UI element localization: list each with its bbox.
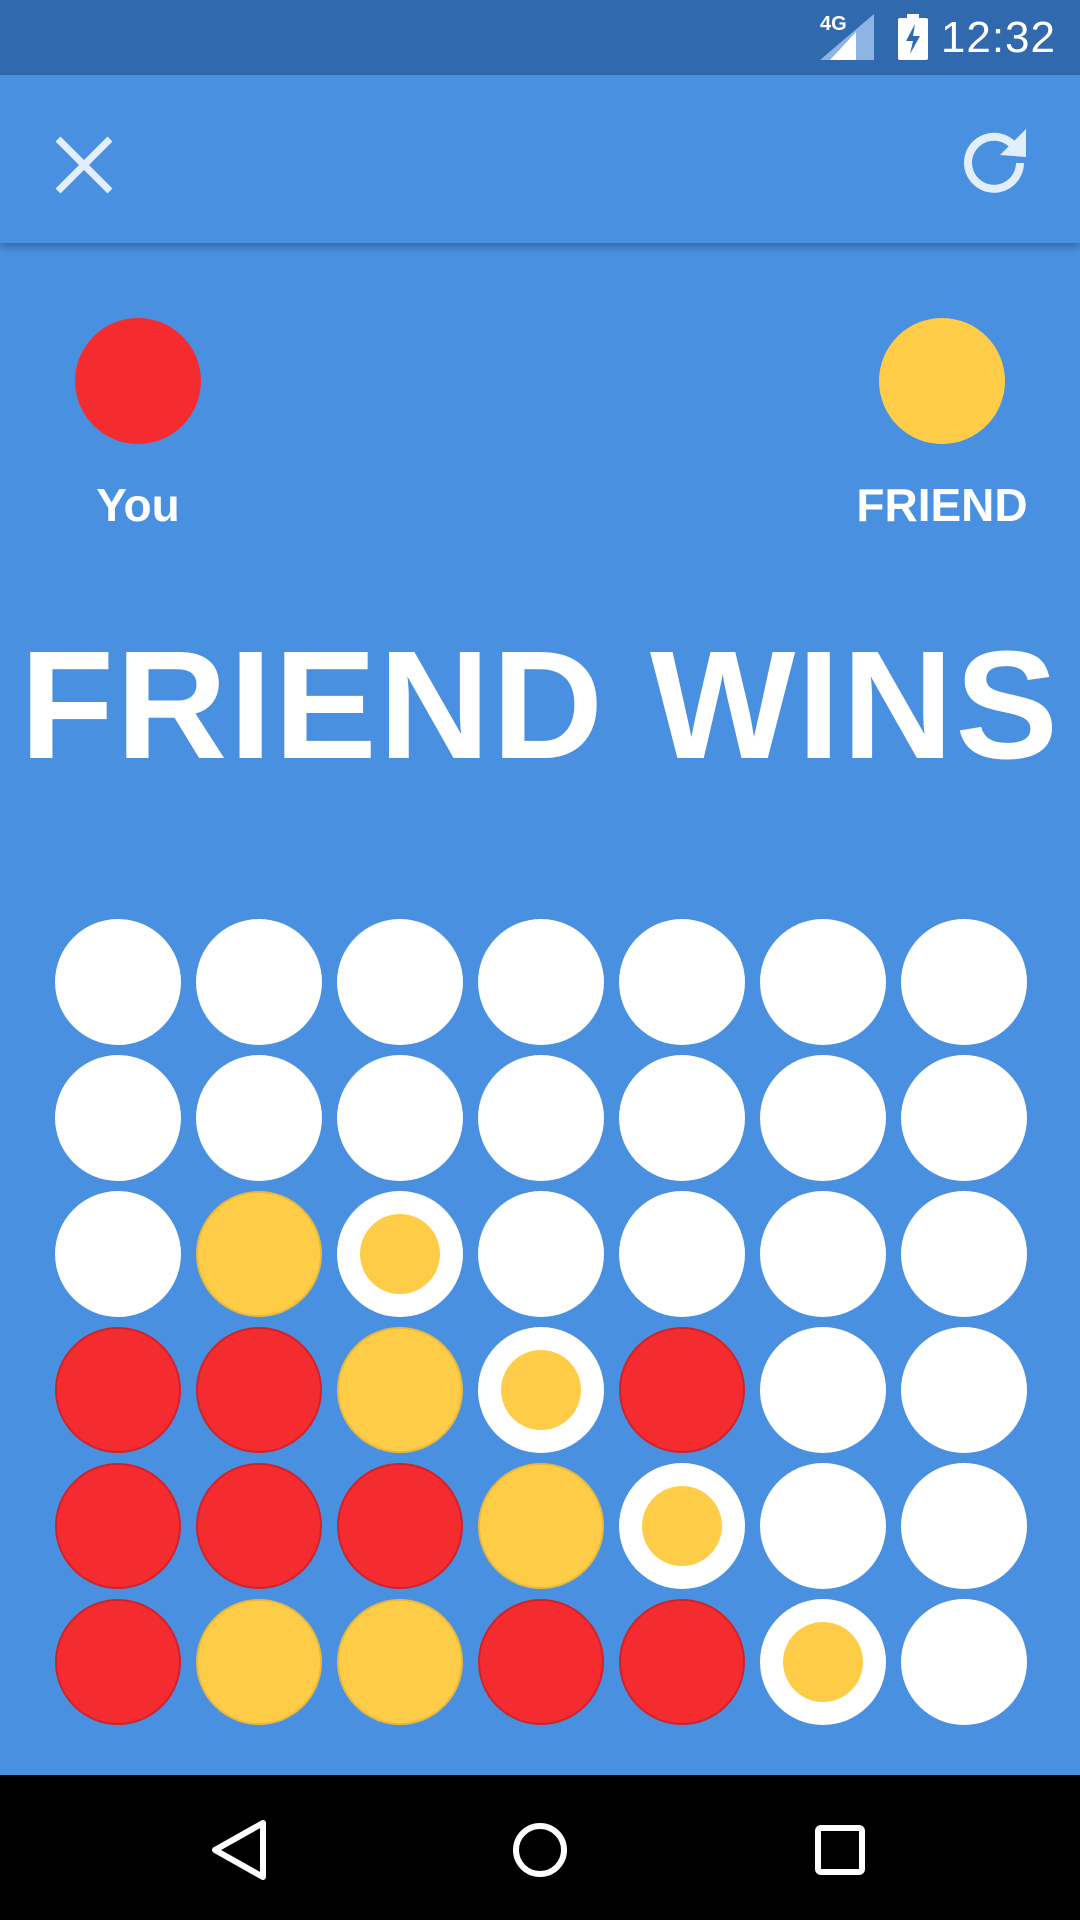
board-cell-red[interactable] (619, 1599, 745, 1725)
board-cell-empty[interactable] (760, 1463, 886, 1589)
battery-charging-icon (898, 14, 928, 60)
board-cell-empty[interactable] (901, 1599, 1027, 1725)
board-cell-empty[interactable] (55, 1055, 181, 1181)
board-cell-empty[interactable] (901, 919, 1027, 1045)
board-cell-empty[interactable] (478, 1055, 604, 1181)
board-cell-yellow[interactable] (337, 1327, 463, 1453)
signal-icon (820, 14, 874, 60)
board-cell-red[interactable] (55, 1327, 181, 1453)
board-cell-empty[interactable] (478, 1191, 604, 1317)
player-you-label: You (96, 479, 180, 531)
home-button[interactable] (505, 1815, 575, 1885)
player-friend-token (879, 318, 1005, 444)
board-cell-red[interactable] (478, 1599, 604, 1725)
board-cell-empty[interactable] (760, 1191, 886, 1317)
board-cell-empty[interactable] (901, 1191, 1027, 1317)
board-cell-empty[interactable] (619, 919, 745, 1045)
board-cell-red[interactable] (55, 1599, 181, 1725)
board-cell-empty[interactable] (760, 919, 886, 1045)
board-cell-winning[interactable] (760, 1599, 886, 1725)
board-cell-empty[interactable] (55, 919, 181, 1045)
system-navigation-bar (0, 1775, 1080, 1920)
board-cell-red[interactable] (337, 1463, 463, 1589)
game-board (0, 0, 1080, 1780)
board-cell-empty[interactable] (901, 1327, 1027, 1453)
board-cell-red[interactable] (619, 1327, 745, 1453)
board-cell-yellow[interactable] (337, 1599, 463, 1725)
board-cell-empty[interactable] (619, 1055, 745, 1181)
board-cell-yellow[interactable] (196, 1191, 322, 1317)
recents-icon (815, 1825, 865, 1875)
board-cell-red[interactable] (55, 1463, 181, 1589)
board-cell-winning[interactable] (478, 1327, 604, 1453)
board-cell-yellow[interactable] (196, 1599, 322, 1725)
board-cell-empty[interactable] (337, 1055, 463, 1181)
board-cell-empty[interactable] (55, 1191, 181, 1317)
board-cell-winning[interactable] (337, 1191, 463, 1317)
player-you-token (75, 318, 201, 444)
app-bar (0, 75, 1080, 243)
board-cell-empty[interactable] (196, 1055, 322, 1181)
board-cell-empty[interactable] (619, 1191, 745, 1317)
board-cell-empty[interactable] (901, 1055, 1027, 1181)
status-bar: 4G 12:32 (0, 0, 1080, 75)
close-icon (55, 136, 113, 194)
board-cell-empty[interactable] (760, 1055, 886, 1181)
board-cell-empty[interactable] (337, 919, 463, 1045)
home-icon (513, 1823, 567, 1877)
status-time: 12:32 (940, 13, 1056, 62)
back-icon (212, 1820, 266, 1880)
refresh-icon (964, 129, 1026, 193)
board-cell-empty[interactable] (478, 919, 604, 1045)
board-cell-empty[interactable] (196, 919, 322, 1045)
board-cell-winning[interactable] (619, 1463, 745, 1589)
board-cell-red[interactable] (196, 1327, 322, 1453)
back-button[interactable] (205, 1815, 275, 1885)
board-cell-empty[interactable] (760, 1327, 886, 1453)
recents-button[interactable] (805, 1815, 875, 1885)
restart-button[interactable] (956, 123, 1036, 203)
board-cell-empty[interactable] (901, 1463, 1027, 1589)
board-cell-yellow[interactable] (478, 1463, 604, 1589)
close-button[interactable] (44, 125, 124, 205)
board-cell-red[interactable] (196, 1463, 322, 1589)
player-friend-label: FRIEND (856, 479, 1028, 531)
game-result-text: FRIEND WINS (19, 619, 1061, 791)
